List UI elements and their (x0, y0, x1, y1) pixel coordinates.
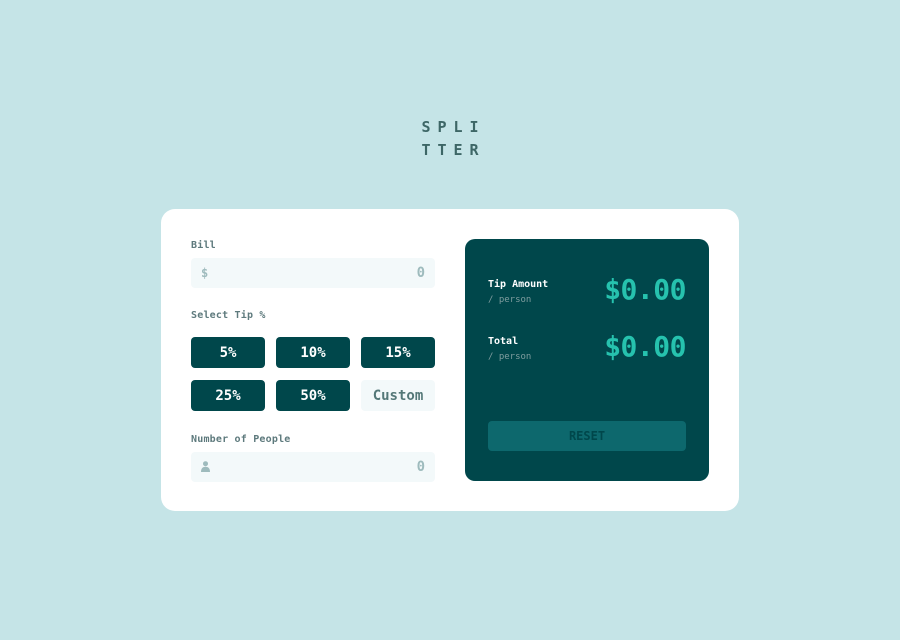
total-label: Total (488, 336, 519, 347)
reset-button[interactable]: RESET (488, 421, 686, 451)
tip-amount-label: Tip Amount (488, 279, 549, 290)
bill-field[interactable]: $ (191, 258, 435, 288)
total-per-person: / person (488, 352, 532, 362)
total-value: $0.00 (604, 330, 686, 363)
results-panel: Tip Amount / person $0.00 Total / person… (465, 239, 709, 481)
calculator-card: Bill $ Select Tip % 5% 10% 15% 25% 50% C… (161, 209, 739, 511)
tip-button-50[interactable]: 50% (276, 380, 350, 411)
custom-tip-input[interactable]: Custom (361, 380, 435, 411)
tip-options: 5% 10% 15% 25% 50% Custom (191, 337, 435, 411)
logo-line-2: TTER (421, 141, 486, 159)
dollar-icon: $ (201, 266, 209, 280)
tip-amount-per-person: / person (488, 295, 532, 305)
tip-button-5[interactable]: 5% (191, 337, 265, 368)
tip-amount-value: $0.00 (604, 273, 686, 306)
tip-button-25[interactable]: 25% (191, 380, 265, 411)
bill-label: Bill (191, 240, 216, 251)
person-icon (201, 461, 210, 472)
people-input[interactable] (221, 452, 425, 482)
tip-button-15[interactable]: 15% (361, 337, 435, 368)
app-logo: SPLI TTER (0, 116, 900, 162)
select-tip-label: Select Tip % (191, 310, 266, 321)
logo-line-1: SPLI (421, 118, 486, 136)
people-label: Number of People (191, 434, 291, 445)
tip-button-10[interactable]: 10% (276, 337, 350, 368)
people-field[interactable] (191, 452, 435, 482)
bill-input[interactable] (221, 258, 425, 288)
